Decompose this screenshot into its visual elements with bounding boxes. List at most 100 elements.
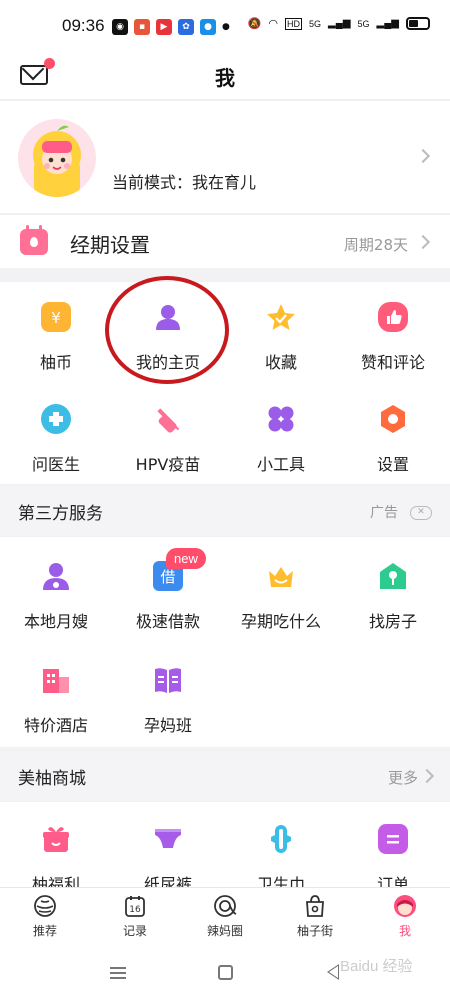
menu-item-likes-comments[interactable]: 赞和评论 [337, 302, 449, 373]
close-ad-icon[interactable]: ✕ [410, 506, 432, 520]
menu-item-label: 小工具 [256, 455, 305, 474]
menu-item-label: 设置 [376, 455, 409, 474]
service-item-label: 本地月嫂 [23, 612, 88, 631]
tab-recommend[interactable]: 推荐 [0, 894, 90, 939]
service-item-hotel[interactable]: 特价酒店 [0, 665, 112, 736]
tab-label: 我 [398, 924, 411, 938]
tab-label: 柚子街 [296, 924, 333, 938]
menu-item-hpv-vaccine[interactable]: HPV疫苗 [112, 404, 224, 475]
tab-youzi-street[interactable]: 柚子街 [270, 894, 360, 939]
tools-icon [266, 404, 296, 434]
period-calendar-icon [20, 225, 48, 255]
avatar[interactable] [18, 119, 96, 197]
service-item-mom-class[interactable]: 孕妈班 [112, 665, 224, 736]
status-time: 09:36 [62, 16, 105, 35]
ad-label: 广告 [370, 505, 398, 521]
page-header: 我 [0, 52, 450, 100]
mall-item-label: 卫生巾 [256, 875, 305, 888]
menu-item-ask-doctor[interactable]: 问医生 [0, 404, 112, 475]
more-link[interactable]: 更多 [388, 767, 418, 788]
mall-item-welfare[interactable]: 柚福利 [0, 824, 112, 888]
service-item-nanny[interactable]: 本地月嫂 [0, 561, 112, 632]
period-settings-row[interactable]: 经期设置 周期28天 [0, 214, 450, 268]
menu-item-label: 收藏 [264, 353, 297, 372]
signal-5g-label: 5G [357, 18, 370, 29]
menu-item-coins[interactable]: ¥ 柚币 [0, 302, 112, 373]
settings-icon [378, 404, 408, 434]
service-item-loan[interactable]: 借 极速借款 [112, 561, 224, 632]
medical-icon [41, 404, 71, 434]
svg-text:借: 借 [160, 568, 175, 586]
menu-item-my-homepage[interactable]: 我的主页 [112, 302, 224, 373]
section-title: 美柚商城 [18, 769, 86, 789]
mute-icon: 🔕 [247, 18, 262, 30]
mall-item-diapers[interactable]: 纸尿裤 [112, 824, 224, 888]
menu-item-tools[interactable]: 小工具 [225, 404, 337, 475]
third-party-header: 第三方服务 广告 ✕ [0, 486, 450, 536]
status-notification-icons: ◉ ▪ ▶ ✿ ● ● [112, 19, 230, 35]
mall-header[interactable]: 美柚商城 更多 [0, 751, 450, 801]
menu-item-label: 赞和评论 [360, 353, 425, 372]
syringe-icon [153, 404, 183, 434]
tab-me[interactable]: 我 [360, 894, 450, 939]
third-party-grid: 本地月嫂 借 极速借款 孕期吃什么 找房子 特价酒店 孕妈班 [0, 537, 450, 747]
book-icon [153, 665, 183, 695]
chevron-right-icon [415, 234, 431, 250]
circle-icon [213, 894, 237, 918]
new-badge: new [166, 548, 206, 569]
hd-label: HD [285, 17, 303, 30]
user-icon [153, 302, 183, 332]
tab-mom-circle[interactable]: 辣妈圈 [180, 894, 270, 939]
mall-item-label: 订单 [376, 875, 409, 888]
section-title: 第三方服务 [18, 504, 103, 524]
mall-grid: 柚福利 纸尿裤 卫生巾 订单 [0, 802, 450, 888]
menu-item-label: 柚币 [39, 353, 72, 372]
like-comment-icon [378, 302, 408, 332]
app-notification-icon: ● [200, 19, 216, 35]
chevron-right-icon [415, 148, 431, 164]
tab-label: 推荐 [32, 924, 57, 938]
app-notification-icon: ◉ [112, 19, 128, 35]
profile-card[interactable]: 当前模式：我在育儿 [0, 101, 450, 213]
pad-icon [266, 824, 296, 854]
tab-label: 记录 [122, 924, 147, 938]
calendar-date: 16 [129, 905, 141, 915]
signal-icon: ▂▄▆ [376, 18, 399, 29]
home-icon[interactable] [218, 965, 233, 980]
shopping-bag-icon [303, 894, 327, 918]
recommend-icon [33, 894, 57, 918]
menu-item-settings[interactable]: 设置 [337, 404, 449, 475]
status-right: 🔕 ◠ HD 5G ▂▄▆ 5G ▂▄▆ [248, 17, 430, 30]
coin-icon: ¥ [41, 302, 71, 332]
service-item-label: 找房子 [368, 612, 417, 631]
wifi-icon: ◠ [268, 18, 279, 30]
hotel-icon [41, 665, 71, 695]
service-item-find-house[interactable]: 找房子 [337, 561, 449, 632]
tab-record[interactable]: 16 记录 [90, 894, 180, 939]
house-icon [378, 561, 408, 591]
page-title: 我 [215, 66, 235, 90]
menu-item-favorites[interactable]: 收藏 [225, 302, 337, 373]
mall-item-label: 纸尿裤 [143, 875, 192, 888]
service-item-label: 孕妈班 [143, 716, 192, 735]
app-notification-icon: ▪ [134, 19, 150, 35]
mall-item-orders[interactable]: 订单 [337, 824, 449, 888]
signal-5g-label: 5G [309, 18, 322, 29]
order-icon [378, 824, 408, 854]
gift-icon [41, 824, 71, 854]
service-item-label: 极速借款 [135, 612, 200, 631]
battery-icon [406, 17, 430, 30]
menu-item-label: 问医生 [31, 455, 80, 474]
crown-food-icon [266, 561, 296, 591]
mall-item-sanitary-pads[interactable]: 卫生巾 [225, 824, 337, 888]
signal-icon: ▂▄▆ [328, 18, 351, 29]
recent-apps-icon[interactable] [110, 967, 126, 979]
app-notification-icon: ✿ [178, 19, 194, 35]
back-icon[interactable] [327, 964, 339, 980]
me-icon [393, 894, 417, 918]
mode-text: 当前模式：我在育儿 [112, 173, 257, 192]
service-item-label: 孕期吃什么 [240, 612, 321, 631]
service-item-pregnancy-food[interactable]: 孕期吃什么 [225, 561, 337, 632]
diaper-icon [153, 824, 183, 854]
menu-item-label: 我的主页 [135, 353, 200, 372]
